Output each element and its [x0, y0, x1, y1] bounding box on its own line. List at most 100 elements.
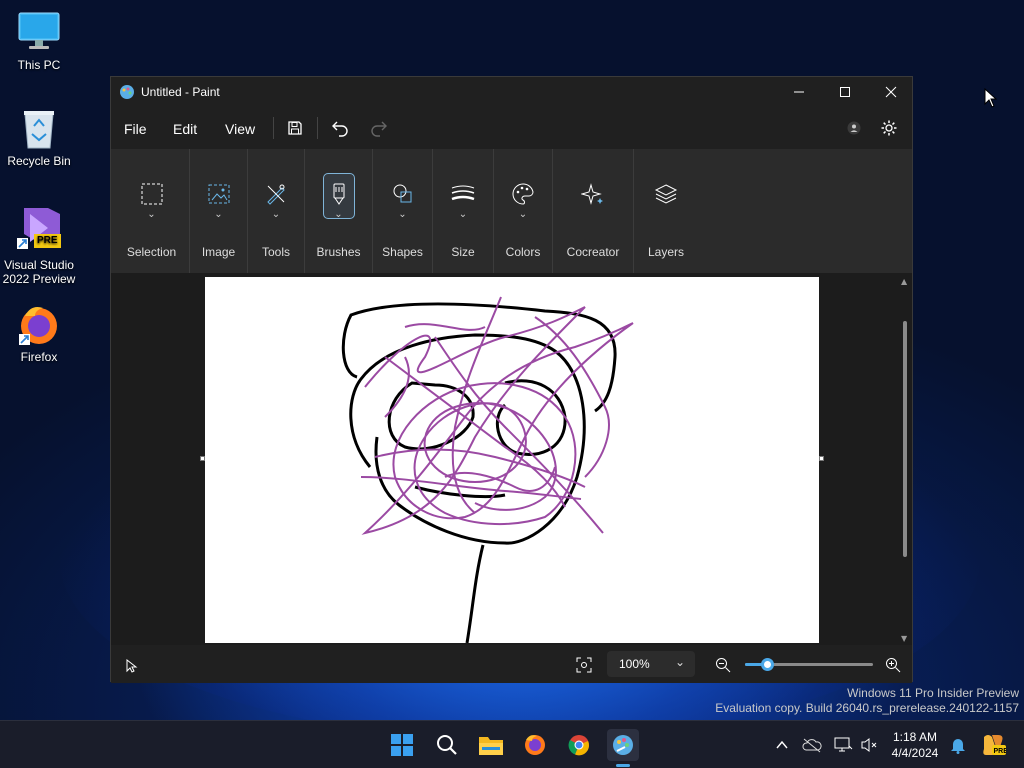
visual-studio-icon: PRE [14, 204, 64, 254]
ribbon-group-colors[interactable]: ⌄ Colors [494, 149, 553, 273]
chrome-icon [568, 735, 589, 756]
ribbon-group-tools[interactable]: ⌄ Tools [248, 149, 305, 273]
ribbon-group-selection[interactable]: ⌄ Selection [114, 149, 190, 273]
ribbon-label: Selection [126, 245, 177, 259]
chevron-up-icon [776, 740, 788, 749]
ribbon-group-brushes[interactable]: ⌄ Brushes [305, 149, 373, 273]
zoom-out-icon[interactable] [715, 657, 731, 673]
scrollbar-thumb[interactable] [903, 321, 907, 557]
fit-to-window-icon[interactable] [576, 657, 592, 673]
firefox-icon [17, 302, 61, 346]
size-icon [446, 179, 480, 209]
account-button[interactable] [839, 113, 869, 143]
recycle-bin-icon [17, 106, 61, 150]
scroll-down-icon[interactable]: ▼ [901, 634, 907, 643]
minimize-button[interactable] [776, 77, 822, 107]
scroll-up-icon[interactable]: ▲ [901, 277, 907, 286]
chrome-taskbar-button[interactable] [563, 729, 595, 761]
zoom-dropdown[interactable]: 100% ⌄ [607, 651, 695, 677]
ribbon-label: Layers [647, 245, 685, 259]
zoom-value: 100% [619, 657, 650, 671]
save-button[interactable] [280, 113, 310, 143]
firefox-icon [525, 735, 545, 755]
preview-badge: PRE [34, 234, 61, 248]
search-button[interactable] [431, 729, 463, 761]
brush-icon [322, 179, 356, 209]
ribbon-label: Cocreator [566, 245, 620, 259]
resize-handle-left[interactable] [200, 456, 205, 461]
show-hidden-icons-button[interactable] [766, 729, 798, 761]
file-explorer-button[interactable] [475, 729, 507, 761]
chevron-down-icon: ⌄ [334, 209, 343, 220]
zoom-slider[interactable] [745, 658, 873, 671]
layers-icon [649, 179, 683, 209]
image-icon [202, 179, 236, 209]
chevron-down-icon: ⌄ [398, 209, 407, 220]
maximize-button[interactable] [822, 77, 868, 107]
onedrive-button[interactable] [796, 729, 828, 761]
gear-icon [881, 120, 897, 136]
chevron-down-icon: ⌄ [518, 209, 528, 220]
desktop-icon-visual-studio[interactable]: PRE Visual Studio 2022 Preview [1, 204, 77, 286]
desktop-icon-recycle-bin[interactable]: Recycle Bin [1, 106, 77, 168]
start-button[interactable] [386, 729, 418, 761]
canvas-workspace: ▲ ▼ [111, 273, 912, 645]
desktop-icon-label: Firefox [20, 350, 58, 364]
desktop-icon-firefox[interactable]: Firefox [1, 302, 77, 364]
ribbon-label: Shapes [382, 245, 423, 259]
chevron-down-icon: ⌄ [214, 209, 223, 220]
clock[interactable]: 1:18 AM 4/4/2024 [880, 729, 950, 761]
ribbon-group-layers[interactable]: Layers [634, 149, 698, 273]
ribbon-group-image[interactable]: ⌄ Image [190, 149, 248, 273]
redo-button[interactable] [364, 113, 394, 143]
copilot-button[interactable]: PRE [977, 729, 1009, 761]
undo-button[interactable] [325, 113, 355, 143]
sparkle-icon [576, 179, 610, 209]
chevron-down-icon: ⌄ [147, 209, 156, 220]
menu-file[interactable]: File [124, 121, 147, 137]
volume-muted-icon [861, 738, 877, 752]
firefox-taskbar-button[interactable] [519, 729, 551, 761]
zoom-in-icon[interactable] [885, 657, 901, 673]
svg-text:PRE: PRE [994, 748, 1007, 755]
ribbon: ⌄ Selection ⌄ Image ⌄ Tools ⌄ Brushes ⌄ … [111, 149, 912, 273]
paint-taskbar-button[interactable] [607, 729, 639, 767]
network-icon [834, 737, 853, 752]
ribbon-label: Colors [505, 245, 541, 259]
settings-button[interactable] [874, 113, 904, 143]
cloud-offline-icon [802, 738, 822, 753]
window-title: Untitled - Paint [141, 85, 220, 99]
bell-icon [951, 739, 965, 754]
clock-date: 4/4/2024 [891, 746, 939, 760]
resize-handle-right[interactable] [819, 456, 824, 461]
drawing-canvas[interactable] [205, 277, 819, 643]
undo-icon [332, 121, 348, 137]
title-bar[interactable]: Untitled - Paint [111, 77, 912, 107]
account-icon [847, 121, 861, 135]
watermark-line-2: Evaluation copy. Build 26040.rs_prerelea… [715, 701, 1019, 715]
ribbon-group-shapes[interactable]: ⌄ Shapes [373, 149, 433, 273]
search-icon [437, 735, 457, 755]
menu-edit[interactable]: Edit [173, 121, 197, 137]
clock-time: 1:18 AM [892, 730, 938, 744]
ribbon-group-cocreator[interactable]: Cocreator [553, 149, 634, 273]
menu-divider [273, 117, 274, 139]
menu-view[interactable]: View [225, 121, 255, 137]
chevron-down-icon: ⌄ [271, 209, 281, 220]
menu-bar: File Edit View [111, 109, 912, 147]
ribbon-group-size[interactable]: ⌄ Size [433, 149, 494, 273]
zoom-slider-thumb[interactable] [760, 658, 774, 671]
close-button[interactable] [868, 77, 914, 107]
vertical-scrollbar[interactable]: ▲ ▼ [900, 277, 910, 643]
notifications-button[interactable] [942, 729, 974, 761]
pointer-icon [126, 659, 138, 673]
start-icon [391, 734, 413, 756]
monitor-icon [17, 10, 61, 54]
file-explorer-icon [479, 737, 503, 755]
status-bar: 100% ⌄ [111, 647, 912, 683]
desktop-icon-this-pc[interactable]: This PC [1, 10, 77, 72]
paint-window: Untitled - Paint File Edit View ⌄ Select… [110, 76, 913, 683]
palette-icon [506, 179, 540, 209]
desktop-icon-label: Visual Studio 2022 Preview [2, 258, 76, 286]
active-app-indicator [616, 764, 630, 767]
